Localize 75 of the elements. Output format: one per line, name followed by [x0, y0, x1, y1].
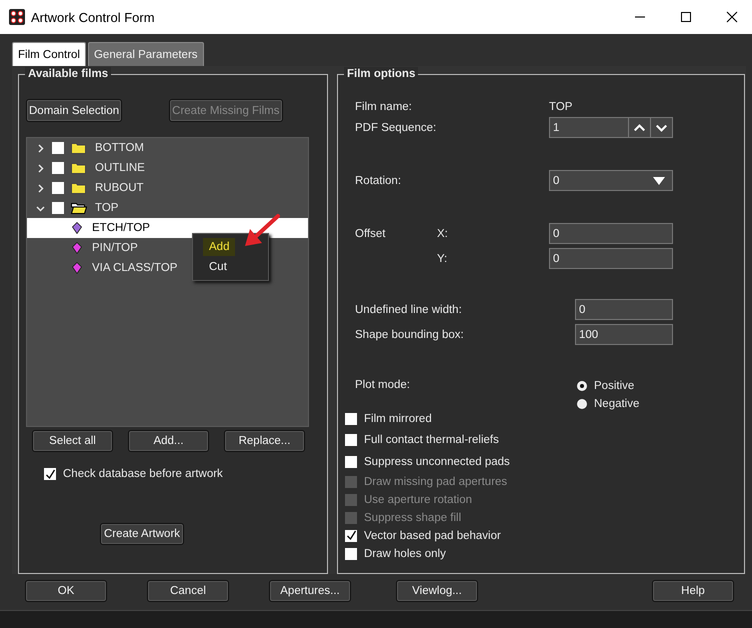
- checkbox[interactable]: [52, 182, 64, 194]
- chevron-right-icon[interactable]: [36, 164, 45, 172]
- list-button[interactable]: Replace...: [224, 430, 305, 452]
- field-label: Rotation:: [355, 174, 402, 186]
- field-label: Undefined line width:: [355, 304, 463, 316]
- tree-item[interactable]: ETCH/TOP: [27, 218, 308, 238]
- offset-y-field[interactable]: 0: [549, 248, 673, 269]
- maximize-icon[interactable]: [680, 11, 692, 23]
- tree-item[interactable]: BOTTOM: [95, 142, 144, 154]
- checkbox-label: Suppress unconnected pads: [364, 456, 510, 468]
- tree-item[interactable]: PIN/TOP: [27, 238, 144, 258]
- menu-item[interactable]: Cut: [203, 258, 233, 276]
- checkbox-label: Draw missing pad apertures: [364, 476, 508, 488]
- dropdown-arrow-icon: [653, 176, 665, 184]
- field-label: Offset: [355, 228, 386, 240]
- chevron-right-icon[interactable]: [36, 144, 45, 152]
- checkbox[interactable]: [345, 412, 357, 425]
- close-icon[interactable]: [726, 11, 738, 23]
- spin-field[interactable]: 1: [549, 117, 673, 138]
- radio-label: Negative: [594, 398, 640, 410]
- field-label: Plot mode:: [355, 379, 411, 393]
- tree-item[interactable]: OUTLINE: [95, 162, 145, 174]
- field-label: Shape bounding box:: [355, 328, 465, 340]
- folder-icon: [71, 162, 87, 174]
- folder-icon: [71, 142, 87, 154]
- chevron-right-icon[interactable]: [36, 184, 45, 192]
- domain-selection-button[interactable]: Domain Selection: [26, 99, 122, 122]
- checkbox-label: Full contact thermal-reliefs: [364, 434, 499, 446]
- folder-icon: [71, 182, 87, 194]
- checkbox[interactable]: [52, 162, 64, 174]
- open-folder-icon: [71, 202, 87, 214]
- app-icon: [9, 9, 25, 25]
- checkbox[interactable]: [44, 468, 56, 480]
- field-label: X:: [437, 228, 449, 240]
- checkbox[interactable]: [345, 456, 357, 468]
- checkbox[interactable]: [345, 434, 357, 446]
- checkbox[interactable]: [345, 530, 357, 542]
- line-width-field[interactable]: 0: [575, 299, 673, 320]
- radio-button[interactable]: [577, 381, 587, 391]
- radio-button[interactable]: [577, 399, 587, 409]
- window-title: Artwork Control Form: [31, 10, 155, 24]
- dialog-button[interactable]: Viewlog...: [396, 580, 478, 602]
- field-label: Film name:: [355, 101, 413, 113]
- tree-item[interactable]: RUBOUT: [95, 182, 144, 194]
- list-button[interactable]: Add...: [128, 430, 209, 452]
- group-title: Film options: [344, 67, 418, 81]
- list-button[interactable]: Select all: [32, 430, 113, 452]
- checkbox-label: Suppress shape fill: [364, 512, 462, 524]
- checkbox-label: Check database before artwork: [63, 468, 223, 480]
- offset-x-field[interactable]: 0: [549, 223, 673, 244]
- tree-item[interactable]: TOP: [95, 202, 118, 214]
- checkbox-label: Use aperture rotation: [364, 494, 472, 506]
- field-label: PDF Sequence:: [355, 122, 438, 134]
- bounding-box-field[interactable]: 100: [575, 324, 673, 345]
- field-label: Y:: [437, 252, 448, 264]
- rotation-dropdown[interactable]: 0: [549, 170, 673, 191]
- menu-item[interactable]: Add: [203, 238, 236, 256]
- checkbox-label: Film mirrored: [364, 412, 432, 425]
- tab[interactable]: General Parameters: [88, 42, 204, 66]
- dialog-button[interactable]: OK: [25, 580, 107, 602]
- checkbox-label: Draw holes only: [364, 548, 446, 560]
- checkbox[interactable]: [52, 142, 64, 154]
- dialog-button[interactable]: Apertures...: [269, 580, 351, 602]
- annotation-arrow: [242, 213, 282, 249]
- dialog-button[interactable]: Help: [652, 580, 734, 602]
- tree-item[interactable]: VIA CLASS/TOP: [27, 258, 184, 278]
- tab[interactable]: Film Control: [12, 42, 86, 66]
- checkbox[interactable]: [52, 202, 64, 214]
- film-name-value: TOP: [549, 101, 572, 113]
- radio-label: Positive: [594, 380, 634, 392]
- dialog-button[interactable]: Cancel: [147, 580, 229, 602]
- create-artwork-button[interactable]: Create Artwork: [100, 523, 184, 545]
- checkbox[interactable]: [345, 548, 357, 560]
- chevron-down-icon[interactable]: [36, 204, 45, 212]
- checkbox-label: Vector based pad behavior: [364, 530, 501, 542]
